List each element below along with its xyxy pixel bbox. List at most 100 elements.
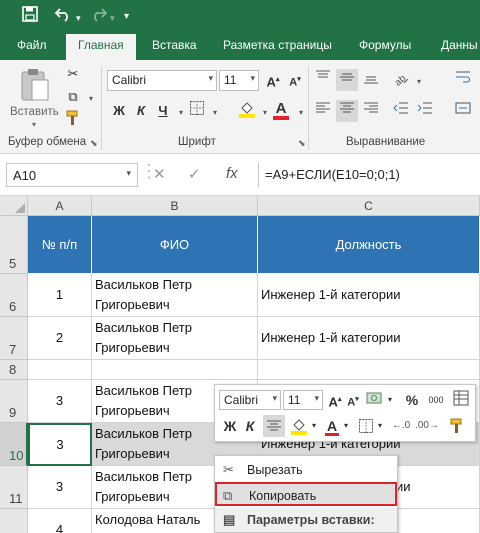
tab-formulas[interactable]: Формулы <box>359 38 411 52</box>
table-cell[interactable]: Васильков Петр Григорьевич <box>92 274 258 317</box>
font-size-value: 11 <box>224 73 237 87</box>
borders-icon[interactable] <box>357 415 375 437</box>
paste-label: Вставить <box>10 106 59 118</box>
format-painter-icon[interactable] <box>62 110 84 132</box>
chevron-down-icon: ▾ <box>314 393 319 403</box>
fill-color-dropdown-icon[interactable]: ▾ <box>263 108 267 117</box>
font-color-dropdown-icon[interactable]: ▾ <box>341 415 351 437</box>
borders-dropdown-icon[interactable]: ▾ <box>213 108 217 117</box>
accounting-dropdown-icon[interactable]: ▾ <box>385 389 395 411</box>
table-cell[interactable] <box>258 360 480 380</box>
table-cell[interactable] <box>28 360 92 380</box>
table-cell[interactable]: 4 <box>28 509 92 533</box>
font-name-select[interactable]: Calibri ▾ <box>107 70 217 91</box>
align-center-icon[interactable] <box>336 100 358 122</box>
redo-dropdown-icon[interactable]: ▾ <box>110 9 115 27</box>
decrease-font-icon[interactable]: A▾ <box>284 69 306 91</box>
column-header-b[interactable]: B <box>92 196 258 216</box>
align-left-icon[interactable] <box>312 100 334 122</box>
paste-button[interactable]: Вставить ▾ <box>10 66 59 129</box>
row-header[interactable]: 7 <box>0 317 28 360</box>
customize-qat-icon[interactable]: ▾ <box>124 8 129 26</box>
row-header[interactable]: 9 <box>0 380 28 423</box>
align-center-icon[interactable] <box>263 415 285 437</box>
row-header[interactable]: 5 <box>0 216 28 274</box>
mini-font-size-select[interactable]: 11 ▾ <box>283 390 323 410</box>
tab-file[interactable]: Файл <box>17 38 47 52</box>
merge-cells-icon[interactable] <box>452 100 474 122</box>
increase-indent-icon[interactable] <box>414 100 436 122</box>
clipboard-launcher-icon[interactable]: ⬊ <box>90 138 98 149</box>
increase-font-icon[interactable]: A▴ <box>327 389 343 411</box>
underline-dropdown-icon[interactable]: ▾ <box>179 108 183 117</box>
undo-icon[interactable] <box>54 6 72 26</box>
increase-decimal-icon[interactable]: ←.0 <box>389 415 413 437</box>
tab-page-layout[interactable]: Разметка страницы <box>223 38 332 52</box>
accounting-format-icon[interactable] <box>365 389 385 411</box>
table-cell[interactable]: 3 <box>28 466 92 509</box>
table-header-cell[interactable]: Должность <box>258 216 480 274</box>
table-cell[interactable]: Инженер 1-й категории <box>258 317 480 360</box>
fill-color-icon[interactable] <box>289 415 309 437</box>
undo-dropdown-icon[interactable]: ▾ <box>76 9 81 27</box>
bold-button[interactable]: Ж <box>108 100 130 122</box>
select-all-corner[interactable] <box>0 196 28 216</box>
percent-button[interactable]: % <box>401 389 423 411</box>
formula-input[interactable]: =A9+ЕСЛИ(E10=0;0;1) <box>258 163 480 187</box>
table-cell[interactable]: 1 <box>28 274 92 317</box>
cancel-icon[interactable]: ✕ <box>153 165 166 183</box>
increase-font-icon[interactable]: A▴ <box>262 69 284 91</box>
column-header-c[interactable]: C <box>258 196 480 216</box>
table-header-cell[interactable]: ФИО <box>92 216 258 274</box>
align-right-icon[interactable] <box>360 100 382 122</box>
row-header[interactable]: 11 <box>0 466 28 509</box>
table-cell[interactable]: Васильков Петр Григорьевич <box>92 317 258 360</box>
mini-font-name-select[interactable]: Calibri ▾ <box>219 390 281 410</box>
font-color-icon[interactable]: A <box>323 415 341 437</box>
table-cell[interactable]: Инженер 1-й категории <box>258 274 480 317</box>
table-cell[interactable] <box>92 360 258 380</box>
format-painter-icon[interactable] <box>447 415 467 437</box>
font-color-dropdown-icon[interactable]: ▾ <box>299 108 303 117</box>
wrap-text-icon[interactable] <box>452 69 474 91</box>
redo-icon[interactable] <box>90 6 108 26</box>
align-top-icon[interactable] <box>312 69 334 91</box>
font-launcher-icon[interactable]: ⬊ <box>298 138 306 149</box>
row-header[interactable]: 6 <box>0 274 28 317</box>
font-color-icon[interactable]: A <box>270 98 292 120</box>
orientation-dropdown-icon[interactable]: ▾ <box>417 77 421 86</box>
table-cell[interactable]: 3 <box>28 380 92 423</box>
row-header[interactable]: 12 <box>0 509 28 533</box>
row-header[interactable]: 10 <box>0 423 28 466</box>
menu-item-cut[interactable]: ✂ Вырезать <box>215 458 397 482</box>
align-middle-icon[interactable] <box>336 69 358 91</box>
copy-dropdown-icon[interactable]: ▾ <box>89 94 93 103</box>
table-cell[interactable]: 2 <box>28 317 92 360</box>
italic-button[interactable]: К <box>241 415 259 437</box>
mini-font-name-value: Calibri <box>224 393 259 407</box>
menu-item-copy[interactable]: ⧉ Копировать <box>215 482 397 506</box>
cut-icon[interactable]: ✂ <box>62 63 84 85</box>
name-box[interactable]: A10 ▾ <box>6 163 138 187</box>
font-size-select[interactable]: 11 ▾ <box>219 70 259 91</box>
tab-insert[interactable]: Вставка <box>152 38 197 52</box>
borders-dropdown-icon[interactable]: ▾ <box>375 415 385 437</box>
save-icon[interactable] <box>22 6 38 26</box>
insert-function-icon[interactable]: fx <box>226 165 238 182</box>
tab-home[interactable]: Главная <box>66 34 136 60</box>
active-cell[interactable]: 3 <box>28 423 92 466</box>
align-bottom-icon[interactable] <box>360 69 382 91</box>
table-header-cell[interactable]: № п/п <box>28 216 92 274</box>
format-table-icon[interactable] <box>451 389 471 411</box>
row-header[interactable]: 8 <box>0 360 28 380</box>
decrease-font-icon[interactable]: A▾ <box>345 389 361 411</box>
tab-data[interactable]: Данны <box>441 38 478 52</box>
enter-icon[interactable]: ✓ <box>188 165 201 183</box>
thousands-separator-button[interactable]: 000 <box>425 389 447 411</box>
decrease-decimal-icon[interactable]: .00→ <box>415 415 439 437</box>
italic-button[interactable]: К <box>130 100 152 122</box>
decrease-indent-icon[interactable] <box>390 100 412 122</box>
fill-color-dropdown-icon[interactable]: ▾ <box>309 415 319 437</box>
column-header-a[interactable]: A <box>28 196 92 216</box>
bold-button[interactable]: Ж <box>221 415 239 437</box>
